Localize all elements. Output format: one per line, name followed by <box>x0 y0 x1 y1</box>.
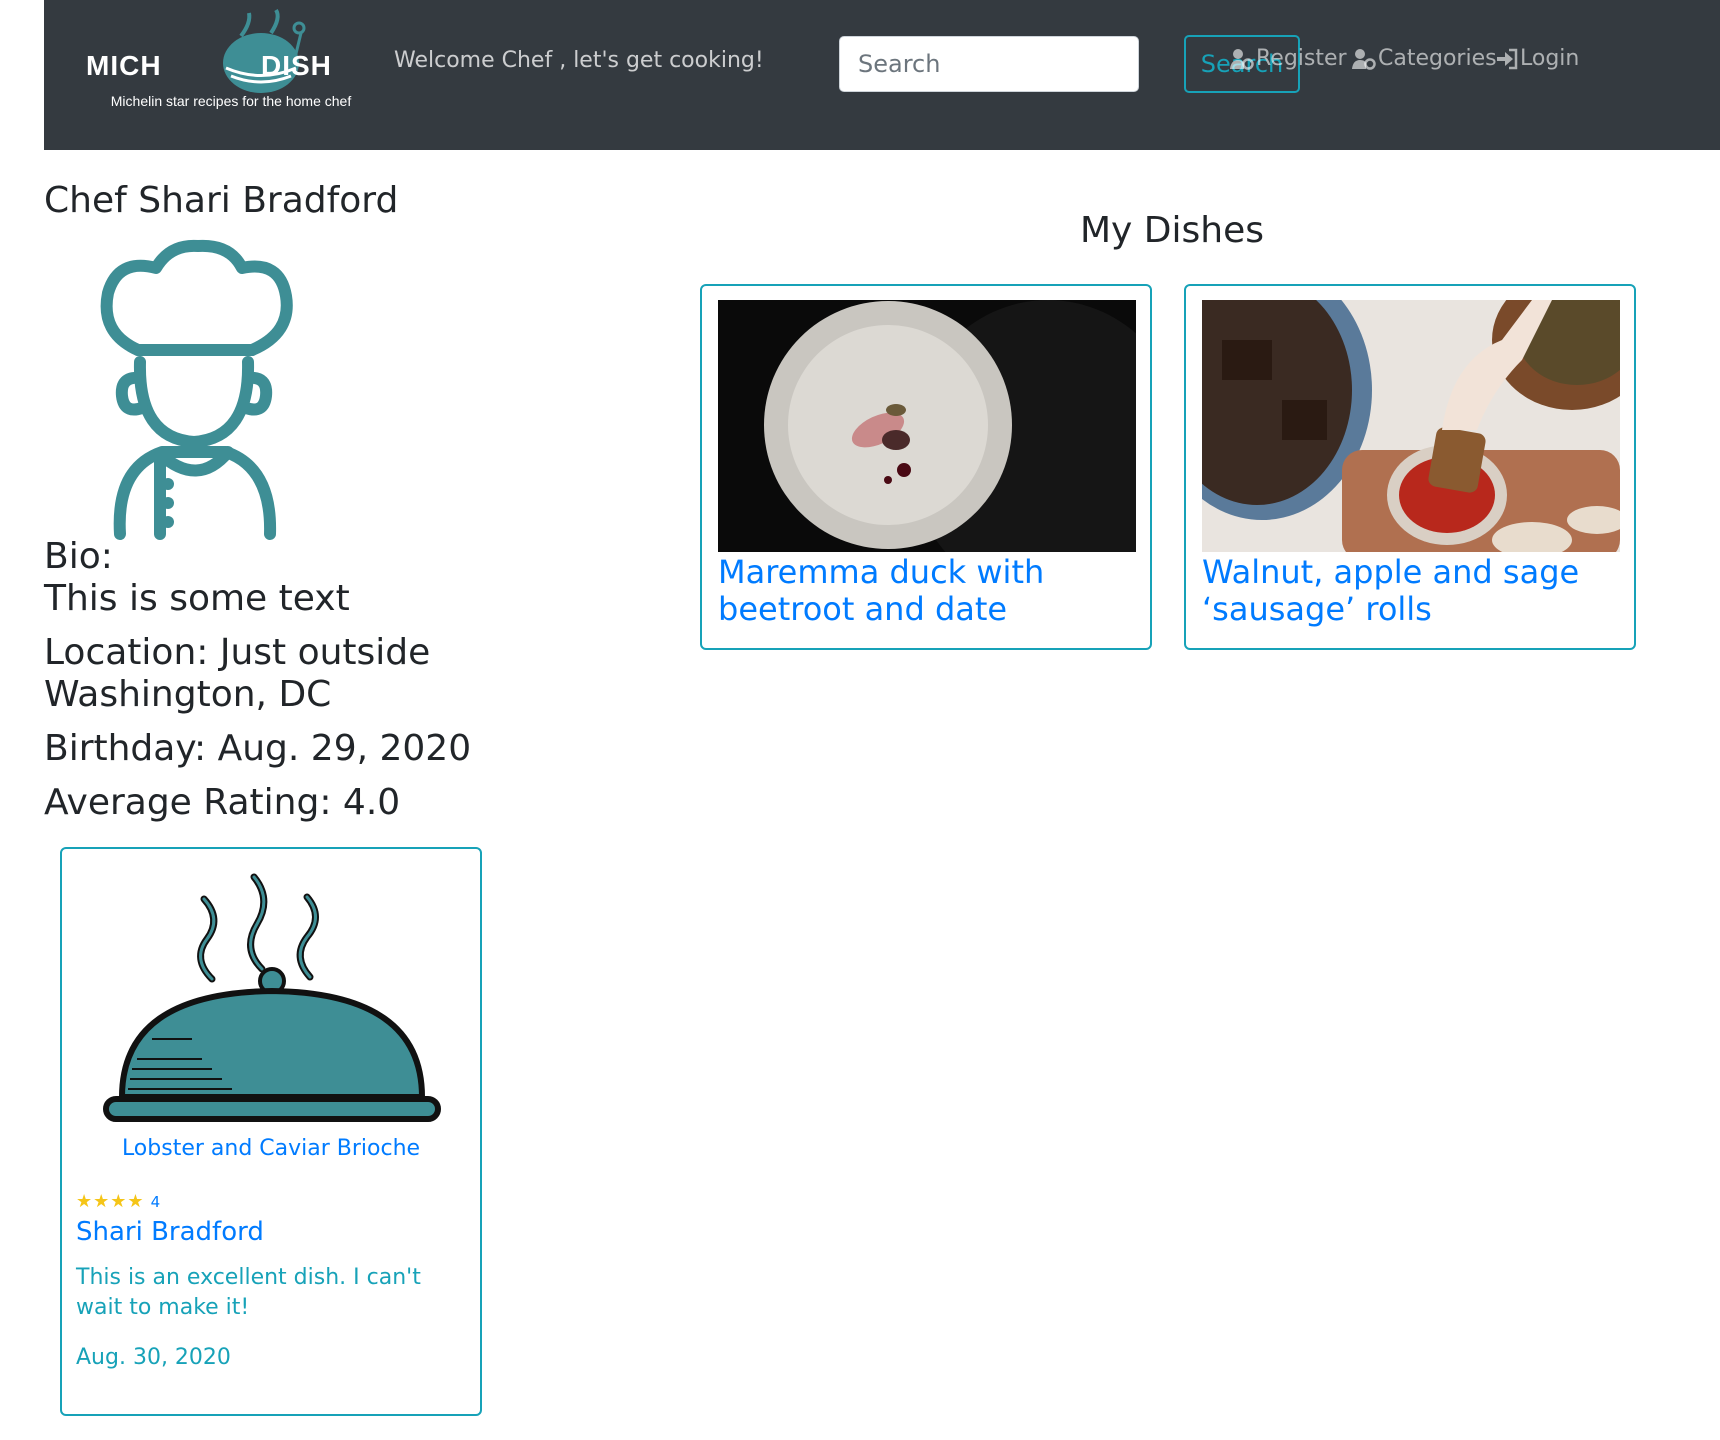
dish-title-line: Walnut, apple and sage <box>1202 553 1580 591</box>
nav-login-link[interactable]: Login <box>1496 46 1579 71</box>
nav-register-link[interactable]: Register <box>1230 46 1347 71</box>
dish-title-line: beetroot and date <box>718 590 1008 628</box>
review-date: Aug. 30, 2020 <box>76 1345 231 1370</box>
star-rating: ★ ★ ★ ★ 4 <box>76 1191 161 1212</box>
brand-word-right: DISH <box>261 50 332 81</box>
review-dish-link[interactable]: Lobster and Caviar Brioche <box>62 1136 480 1161</box>
sign-in-icon <box>1497 48 1518 69</box>
nav-register-label: Register <box>1256 46 1347 71</box>
chef-name-heading: Chef Shari Bradford <box>44 180 399 221</box>
bio-text: This is some text <box>44 578 350 619</box>
location-line-1: Location: Just outside <box>44 632 431 673</box>
welcome-message: Welcome Chef , let's get cooking! <box>394 48 764 73</box>
star-icon: ★ <box>110 1191 127 1212</box>
my-dishes-heading: My Dishes <box>1080 210 1265 251</box>
birthday-text: Birthday: Aug. 29, 2020 <box>44 728 472 769</box>
dish-title-line: ‘sausage’ rolls <box>1202 590 1432 628</box>
nav-categories-label: Categories <box>1378 46 1497 71</box>
bio-label: Bio: <box>44 536 113 577</box>
star-icon: ★ <box>127 1191 144 1212</box>
dish-title-line: Maremma duck with <box>718 553 1045 591</box>
dish-link-sausage-rolls[interactable]: Walnut, apple and sage ‘sausage’ rolls <box>1202 554 1622 628</box>
dish-card: Maremma duck with beetroot and date <box>700 284 1152 650</box>
review-comment: This is an excellent dish. I can't wait … <box>76 1265 421 1320</box>
location-line-2: Washington, DC <box>44 674 332 715</box>
user-cog-icon <box>1352 48 1376 70</box>
nav-login-label: Login <box>1520 46 1580 71</box>
rating-value: 4 <box>150 1193 161 1211</box>
nav-categories-link[interactable]: Categories <box>1352 46 1497 71</box>
navbar: MICH DISH Michelin star recipes for the … <box>44 0 1720 150</box>
dish-card: Walnut, apple and sage ‘sausage’ rolls <box>1184 284 1636 650</box>
star-icon: ★ <box>76 1191 93 1212</box>
brand-tagline: Michelin star recipes for the home chef <box>110 93 352 109</box>
star-icon: ★ <box>93 1191 110 1212</box>
brand-logo-link[interactable]: MICH DISH Michelin star recipes for the … <box>86 8 376 118</box>
sausage-rolls-image[interactable] <box>1202 300 1620 552</box>
duck-dish-image[interactable] <box>718 300 1136 552</box>
reviewer-name-link[interactable]: Shari Bradford <box>76 1217 264 1247</box>
cloche-icon <box>103 873 441 1122</box>
brand-word-left: MICH <box>86 50 162 81</box>
user-cog-icon <box>1230 48 1254 70</box>
search-input[interactable] <box>839 36 1139 92</box>
average-rating-text: Average Rating: 4.0 <box>44 782 401 823</box>
chef-avatar-icon <box>100 239 293 540</box>
review-card: Lobster and Caviar Brioche ★ ★ ★ ★ 4 Sha… <box>60 847 482 1416</box>
dish-link-duck[interactable]: Maremma duck with beetroot and date <box>718 554 1138 628</box>
